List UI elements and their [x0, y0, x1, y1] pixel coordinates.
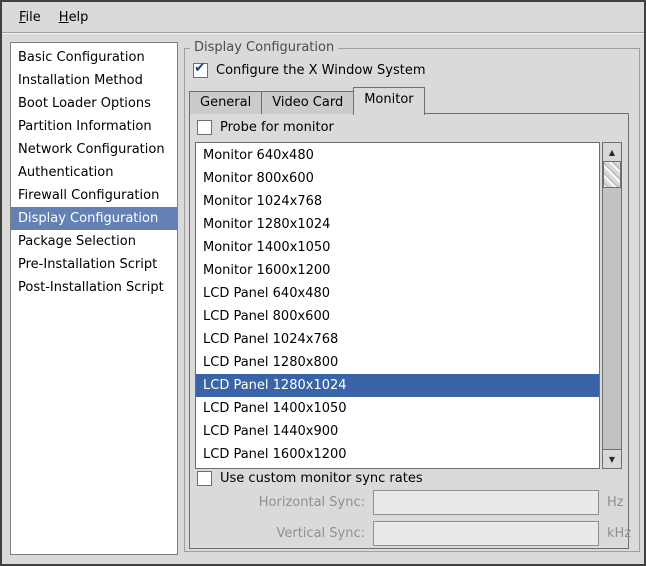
horizontal-sync-input[interactable] [373, 490, 599, 515]
monitor-list-item[interactable]: LCD Panel 1280x800 [196, 351, 599, 374]
sidebar-item-pre-installation-script[interactable]: Pre-Installation Script [11, 253, 177, 276]
monitor-list: Monitor 640x480 Monitor 800x600 Monitor … [195, 142, 600, 469]
monitor-list-item[interactable]: Monitor 1024x768 [196, 190, 599, 213]
menu-help[interactable]: Help [50, 7, 98, 28]
horizontal-sync-label: Horizontal Sync: [197, 495, 365, 510]
kickstart-configurator-window: File Help Basic Configuration Installati… [0, 0, 646, 566]
vertical-sync-unit: kHz [607, 526, 631, 541]
scroll-down-button[interactable]: ▼ [603, 449, 621, 468]
monitor-list-scrollbar[interactable]: ▲ ▼ [602, 142, 622, 469]
probe-for-monitor-label: Probe for monitor [220, 120, 334, 135]
configure-x-window-checkbox[interactable]: ✔ [193, 63, 208, 78]
menu-bar: File Help [2, 2, 644, 33]
section-list: Basic Configuration Installation Method … [10, 42, 178, 555]
configure-x-window-label: Configure the X Window System [216, 63, 426, 78]
scroll-up-icon: ▲ [609, 148, 615, 157]
monitor-list-item[interactable]: LCD Panel 1600x1200 [196, 443, 599, 466]
display-tabs: General Video Card Monitor [189, 87, 425, 115]
sidebar-item-display-configuration[interactable]: Display Configuration [11, 207, 177, 230]
monitor-list-item[interactable]: Monitor 1600x1200 [196, 259, 599, 282]
custom-sync-rates-row: ✔ Use custom monitor sync rates [197, 471, 423, 486]
horizontal-sync-unit: Hz [607, 495, 624, 510]
scroll-up-button[interactable]: ▲ [603, 143, 621, 162]
monitor-list-item[interactable]: Monitor 1400x1050 [196, 236, 599, 259]
sidebar-item-partition-information[interactable]: Partition Information [11, 115, 177, 138]
monitor-tab-panel: ✔ Probe for monitor Monitor 640x480 Moni… [189, 113, 629, 549]
monitor-list-item[interactable]: Monitor 1280x1024 [196, 213, 599, 236]
scroll-down-icon: ▼ [609, 455, 615, 464]
menu-file[interactable]: File [10, 7, 50, 28]
horizontal-sync-row: Horizontal Sync: Hz [197, 490, 624, 515]
sidebar-item-installation-method[interactable]: Installation Method [11, 69, 177, 92]
sidebar-item-authentication[interactable]: Authentication [11, 161, 177, 184]
sidebar-item-boot-loader-options[interactable]: Boot Loader Options [11, 92, 177, 115]
probe-for-monitor-row: ✔ Probe for monitor [197, 120, 334, 135]
custom-sync-rates-label: Use custom monitor sync rates [220, 471, 423, 486]
custom-sync-rates-checkbox[interactable]: ✔ [197, 471, 212, 486]
configure-x-window-row: ✔ Configure the X Window System [193, 63, 426, 78]
monitor-list-item[interactable]: Monitor 800x600 [196, 167, 599, 190]
sidebar-item-package-selection[interactable]: Package Selection [11, 230, 177, 253]
groupbox-title: Display Configuration [190, 40, 338, 55]
monitor-list-item[interactable]: LCD Panel 1440x900 [196, 420, 599, 443]
checkmark-icon: ✔ [194, 61, 206, 76]
tab-general[interactable]: General [189, 91, 262, 114]
scrollbar-thumb[interactable] [603, 162, 621, 188]
monitor-list-item[interactable]: LCD Panel 800x600 [196, 305, 599, 328]
tab-monitor[interactable]: Monitor [353, 87, 424, 115]
monitor-list-item[interactable]: LCD Panel 1024x768 [196, 328, 599, 351]
vertical-sync-input[interactable] [373, 521, 599, 546]
vertical-sync-row: Vertical Sync: kHz [197, 521, 631, 546]
monitor-list-item[interactable]: LCD Panel 640x480 [196, 282, 599, 305]
sidebar-item-network-configuration[interactable]: Network Configuration [11, 138, 177, 161]
sidebar-item-basic-configuration[interactable]: Basic Configuration [11, 46, 177, 69]
vertical-sync-label: Vertical Sync: [197, 526, 365, 541]
tab-video-card[interactable]: Video Card [261, 91, 354, 114]
monitor-list-item-selected[interactable]: LCD Panel 1280x1024 [196, 374, 599, 397]
monitor-list-item[interactable]: Monitor 640x480 [196, 144, 599, 167]
sidebar-item-firewall-configuration[interactable]: Firewall Configuration [11, 184, 177, 207]
display-configuration-groupbox: Display Configuration ✔ Configure the X … [184, 48, 640, 552]
sidebar-item-post-installation-script[interactable]: Post-Installation Script [11, 276, 177, 299]
probe-for-monitor-checkbox[interactable]: ✔ [197, 120, 212, 135]
monitor-list-item[interactable]: LCD Panel 1400x1050 [196, 397, 599, 420]
